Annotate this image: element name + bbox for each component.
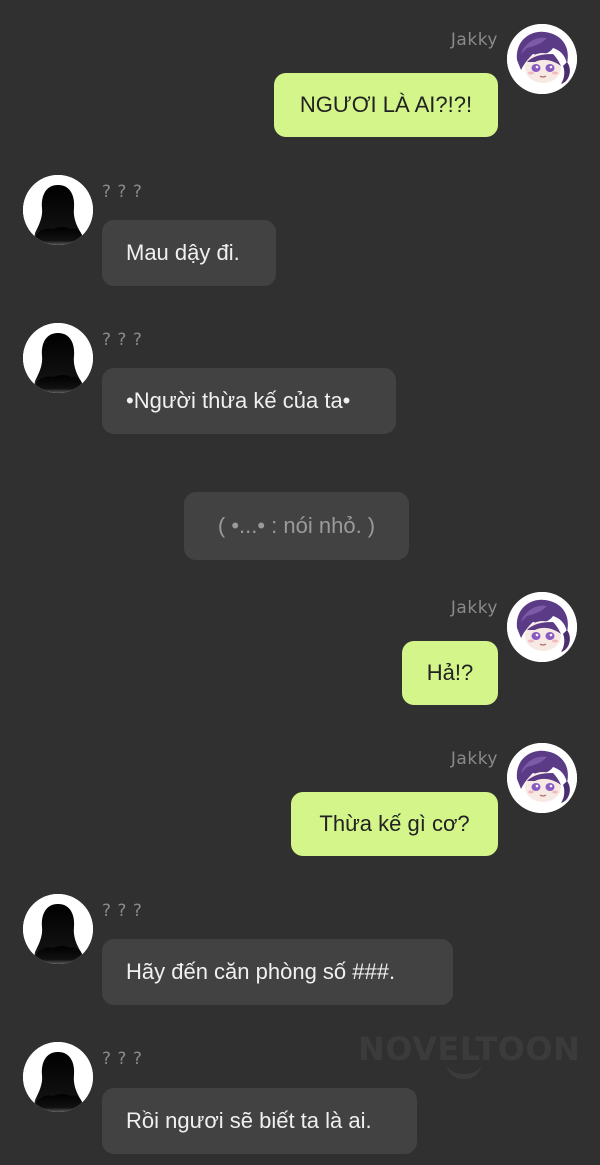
message-bubble: Hả!? [402, 641, 498, 705]
sender-name: Jakky [450, 30, 498, 50]
narration-bubble: ( •...• : nói nhỏ. ) [184, 492, 409, 560]
anime-boy-avatar-icon[interactable] [507, 592, 577, 662]
sender-name: ? ? ? [102, 330, 143, 350]
message-bubble: Thừa kế gì cơ? [291, 792, 498, 856]
anime-boy-avatar-icon[interactable] [507, 743, 577, 813]
message-bubble: NGƯƠI LÀ AI?!?! [274, 73, 498, 137]
sender-name: ? ? ? [102, 1049, 143, 1069]
anime-boy-avatar-icon[interactable] [507, 24, 577, 94]
sender-name: Jakky [450, 749, 498, 769]
silhouette-avatar-icon[interactable] [23, 175, 93, 245]
silhouette-avatar-icon[interactable] [23, 323, 93, 393]
message-bubble: •Người thừa kế của ta• [102, 368, 396, 434]
message-bubble: Rồi ngươi sẽ biết ta là ai. [102, 1088, 417, 1154]
silhouette-avatar-icon[interactable] [23, 1042, 93, 1112]
sender-name: Jakky [450, 598, 498, 618]
noveltoon-watermark: NOVELTOON [358, 1030, 580, 1079]
message-bubble: Hãy đến căn phòng số ###. [102, 939, 453, 1005]
silhouette-avatar-icon[interactable] [23, 894, 93, 964]
watermark-text: NOVELTOON [358, 1030, 581, 1068]
message-bubble: Mau dậy đi. [102, 220, 276, 286]
sender-name: ? ? ? [102, 182, 143, 202]
sender-name: ? ? ? [102, 901, 143, 921]
